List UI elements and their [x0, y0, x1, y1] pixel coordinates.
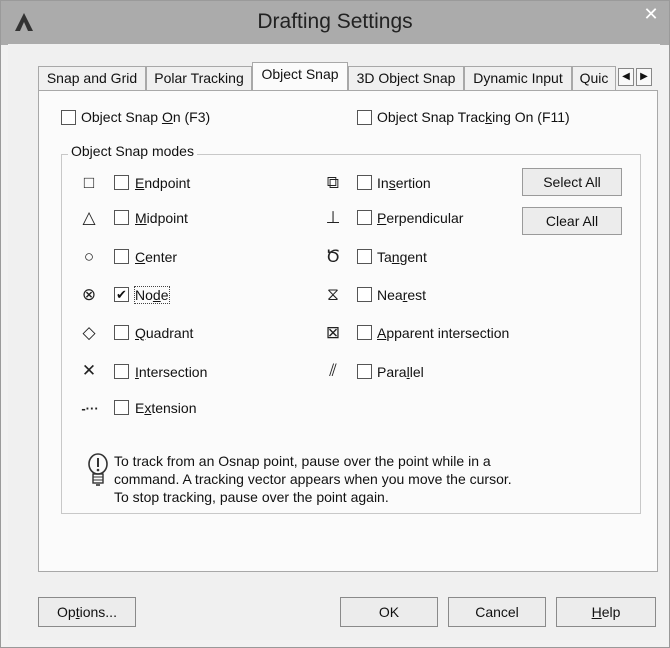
object-snap-modes-title: Object Snap modes	[68, 143, 197, 159]
insertion-checkbox[interactable]	[357, 175, 372, 190]
quadrant-label[interactable]: Quadrant	[135, 325, 193, 341]
tab-scroll-left-icon[interactable]: ◀	[618, 68, 634, 86]
extension-checkbox[interactable]	[114, 400, 129, 415]
ok-button[interactable]: OK	[340, 597, 438, 627]
parallel-icon: ⫽	[329, 361, 337, 380]
tab-object-snap[interactable]: Object Snap	[252, 62, 348, 90]
tab-3d-object-snap[interactable]: 3D Object Snap	[348, 66, 464, 90]
object-snap-on-label[interactable]: Object Snap On (F3)	[81, 109, 210, 125]
intersection-label[interactable]: Intersection	[135, 364, 207, 380]
quadrant-diamond-icon: ◇	[82, 323, 96, 342]
nearest-icon: ⧖	[327, 285, 339, 304]
center-circle-icon: ○	[83, 247, 95, 266]
intersection-checkbox[interactable]	[114, 364, 129, 379]
insertion-icon: ⧉	[326, 173, 340, 192]
midpoint-checkbox[interactable]	[114, 210, 129, 225]
lightbulb-icon	[88, 453, 108, 486]
options-button[interactable]: Options...	[38, 597, 136, 627]
tangent-icon: Ծ	[325, 247, 341, 266]
cancel-button[interactable]: Cancel	[448, 597, 546, 627]
perpendicular-icon: ⊥	[325, 208, 341, 227]
node-checkbox[interactable]: ✔	[114, 287, 129, 302]
clear-all-button[interactable]: Clear All	[522, 207, 622, 235]
help-button[interactable]: Help	[556, 597, 656, 627]
tip-line-3: To stop tracking, pause over the point a…	[114, 489, 389, 505]
object-snap-tracking-on-checkbox[interactable]	[357, 110, 372, 125]
tab-dynamic-input[interactable]: Dynamic Input	[464, 66, 572, 90]
apparent-intersection-label[interactable]: Apparent intersection	[377, 325, 509, 341]
endpoint-square-icon: □	[83, 173, 95, 192]
tangent-checkbox[interactable]	[357, 249, 372, 264]
tab-polar-tracking[interactable]: Polar Tracking	[146, 66, 252, 90]
node-icon: ⊗	[81, 285, 97, 304]
endpoint-checkbox[interactable]	[114, 175, 129, 190]
parallel-label[interactable]: Parallel	[377, 364, 424, 380]
perpendicular-label[interactable]: Perpendicular	[377, 210, 463, 226]
center-label[interactable]: Center	[135, 249, 177, 265]
tab-snap-and-grid[interactable]: Snap and Grid	[38, 66, 146, 90]
perpendicular-checkbox[interactable]	[357, 210, 372, 225]
quadrant-checkbox[interactable]	[114, 325, 129, 340]
tracking-tip-text: To track from an Osnap point, pause over…	[114, 452, 574, 506]
title-bar[interactable]: Drafting Settings ✕	[1, 1, 669, 45]
nearest-label[interactable]: Nearest	[377, 287, 426, 303]
object-snap-on-checkbox[interactable]	[61, 110, 76, 125]
extension-icon: -···	[81, 401, 99, 416]
apparent-intersection-icon: ⊠	[325, 323, 341, 342]
window-title: Drafting Settings	[257, 10, 413, 33]
tab-quick-properties[interactable]: Quic	[572, 66, 616, 90]
apparent-intersection-checkbox[interactable]	[357, 325, 372, 340]
close-icon[interactable]: ✕	[633, 1, 669, 27]
tip-line-2: command. A tracking vector appears when …	[114, 471, 512, 487]
tab-scroll-right-icon[interactable]: ▶	[636, 68, 652, 86]
midpoint-triangle-icon: △	[82, 208, 96, 227]
endpoint-label[interactable]: Endpoint	[135, 175, 190, 191]
nearest-checkbox[interactable]	[357, 287, 372, 302]
midpoint-label[interactable]: Midpoint	[135, 210, 188, 226]
parallel-checkbox[interactable]	[357, 364, 372, 379]
object-snap-tracking-on-label[interactable]: Object Snap Tracking On (F11)	[377, 109, 570, 125]
intersection-cross-icon: ✕	[81, 361, 97, 380]
center-checkbox[interactable]	[114, 249, 129, 264]
select-all-button[interactable]: Select All	[522, 168, 622, 196]
tangent-label[interactable]: Tangent	[377, 249, 427, 265]
insertion-label[interactable]: Insertion	[377, 175, 431, 191]
node-label[interactable]: Node	[134, 286, 170, 304]
extension-label[interactable]: Extension	[135, 400, 197, 416]
tip-line-1: To track from an Osnap point, pause over…	[114, 453, 491, 469]
